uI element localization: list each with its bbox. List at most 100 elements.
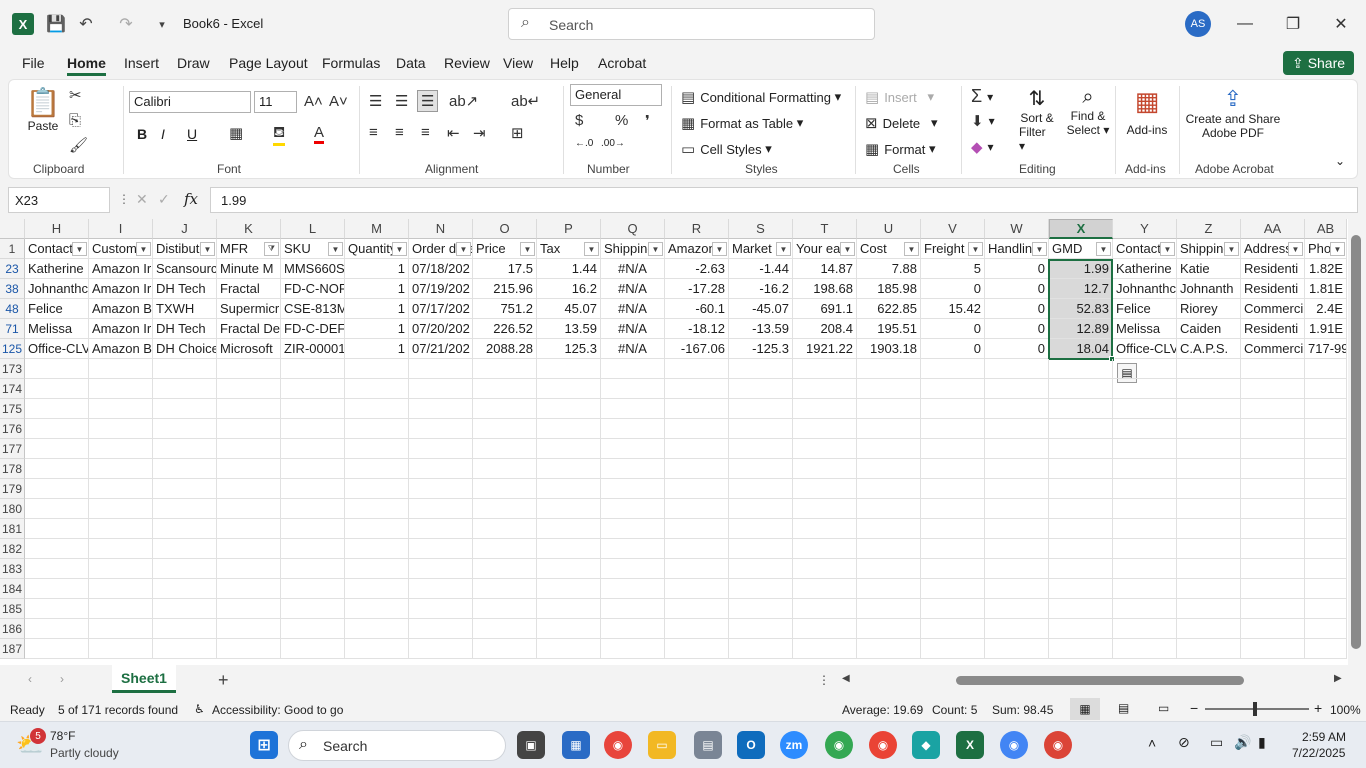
filter-dropdown-icon[interactable]: ▼ bbox=[520, 242, 535, 256]
table-cell[interactable]: Katherine bbox=[25, 259, 89, 279]
table-cell[interactable]: 07/20/202 bbox=[409, 319, 473, 339]
table-cell[interactable]: -1.44 bbox=[729, 259, 793, 279]
zoom-in-icon[interactable]: + bbox=[1314, 700, 1322, 716]
empty-cell[interactable] bbox=[793, 399, 857, 419]
empty-cell[interactable] bbox=[1049, 439, 1113, 459]
chrome-profile4-icon[interactable]: ◉ bbox=[1044, 731, 1072, 759]
table-cell[interactable]: 1.44 bbox=[537, 259, 601, 279]
empty-cell[interactable] bbox=[729, 399, 793, 419]
tab-file[interactable]: File bbox=[22, 55, 45, 71]
table-cell[interactable]: Commerci bbox=[1241, 299, 1305, 319]
empty-cell[interactable] bbox=[1177, 499, 1241, 519]
empty-cell[interactable] bbox=[537, 639, 601, 659]
empty-cell[interactable] bbox=[793, 459, 857, 479]
empty-cell[interactable] bbox=[217, 359, 281, 379]
empty-cell[interactable] bbox=[1305, 559, 1347, 579]
row-header[interactable]: 48 bbox=[0, 299, 25, 319]
table-cell[interactable]: 0 bbox=[985, 259, 1049, 279]
empty-cell[interactable] bbox=[153, 479, 217, 499]
cut-icon[interactable]: ✂ bbox=[69, 86, 87, 104]
search-box[interactable]: ⌕ Search bbox=[508, 8, 875, 40]
empty-cell[interactable] bbox=[473, 459, 537, 479]
empty-cell[interactable] bbox=[793, 379, 857, 399]
table-cell[interactable]: 1 bbox=[345, 319, 409, 339]
network-off-icon[interactable]: ⊘ bbox=[1178, 734, 1190, 751]
empty-cell[interactable] bbox=[1177, 559, 1241, 579]
empty-cell[interactable] bbox=[409, 599, 473, 619]
empty-cell[interactable] bbox=[601, 439, 665, 459]
empty-cell[interactable] bbox=[345, 459, 409, 479]
table-cell[interactable]: #N/A bbox=[601, 299, 665, 319]
empty-cell[interactable] bbox=[665, 559, 729, 579]
format-painter-icon[interactable]: 🖌 bbox=[69, 136, 93, 154]
empty-cell[interactable] bbox=[1049, 459, 1113, 479]
table-cell[interactable]: FD-C-DEF7 bbox=[281, 319, 345, 339]
empty-cell[interactable] bbox=[793, 599, 857, 619]
empty-cell[interactable] bbox=[1049, 539, 1113, 559]
empty-cell[interactable] bbox=[25, 379, 89, 399]
empty-cell[interactable] bbox=[25, 479, 89, 499]
empty-cell[interactable] bbox=[153, 499, 217, 519]
empty-cell[interactable] bbox=[25, 419, 89, 439]
empty-cell[interactable] bbox=[1177, 419, 1241, 439]
empty-cell[interactable] bbox=[345, 499, 409, 519]
table-cell[interactable]: #N/A bbox=[601, 259, 665, 279]
font-size-select[interactable]: 11 bbox=[254, 91, 297, 113]
page-layout-view-icon[interactable]: ▤ bbox=[1118, 701, 1129, 715]
outlook-icon[interactable]: O bbox=[737, 731, 765, 759]
table-cell[interactable]: CSE-813M bbox=[281, 299, 345, 319]
filter-dropdown-icon[interactable]: ▼ bbox=[1160, 242, 1175, 256]
empty-cell[interactable] bbox=[1241, 639, 1305, 659]
empty-cell[interactable] bbox=[793, 619, 857, 639]
empty-cell[interactable] bbox=[217, 439, 281, 459]
empty-cell[interactable] bbox=[1177, 359, 1241, 379]
table-cell[interactable]: 07/18/202 bbox=[409, 259, 473, 279]
empty-cell[interactable] bbox=[921, 359, 985, 379]
empty-cell[interactable] bbox=[217, 399, 281, 419]
cancel-icon[interactable]: ✕ bbox=[136, 191, 148, 208]
table-cell[interactable]: 2.4E bbox=[1305, 299, 1347, 319]
table-cell[interactable]: 0 bbox=[985, 339, 1049, 359]
tab-data[interactable]: Data bbox=[396, 55, 426, 71]
tab-home[interactable]: Home bbox=[67, 55, 106, 76]
table-cell[interactable]: 208.4 bbox=[793, 319, 857, 339]
empty-cell[interactable] bbox=[281, 359, 345, 379]
file-explorer-icon[interactable]: ▭ bbox=[648, 731, 676, 759]
worksheet-grid[interactable]: H I J K L M N O P Q R S T U V W X Y Z AA AB 1 Contact ▼ Customer… bbox=[0, 219, 1348, 665]
empty-cell[interactable] bbox=[601, 539, 665, 559]
horizontal-scroll-thumb[interactable] bbox=[956, 676, 1244, 685]
empty-cell[interactable] bbox=[857, 539, 921, 559]
chrome-icon[interactable]: ◉ bbox=[604, 731, 632, 759]
empty-cell[interactable] bbox=[281, 539, 345, 559]
table-cell[interactable]: Residenti bbox=[1241, 279, 1305, 299]
empty-cell[interactable] bbox=[345, 359, 409, 379]
empty-cell[interactable] bbox=[857, 379, 921, 399]
table-cell[interactable]: 07/19/202 bbox=[409, 279, 473, 299]
empty-cell[interactable] bbox=[601, 379, 665, 399]
empty-cell[interactable] bbox=[729, 619, 793, 639]
empty-cell[interactable] bbox=[1049, 639, 1113, 659]
table-cell[interactable]: Caiden bbox=[1177, 319, 1241, 339]
empty-cell[interactable] bbox=[537, 479, 601, 499]
empty-cell[interactable] bbox=[473, 499, 537, 519]
empty-cell[interactable] bbox=[409, 519, 473, 539]
empty-cell[interactable] bbox=[665, 439, 729, 459]
table-cell[interactable]: #N/A bbox=[601, 279, 665, 299]
row-header[interactable]: 175 bbox=[0, 399, 25, 419]
table-cell[interactable]: -17.28 bbox=[665, 279, 729, 299]
merge-center-icon[interactable]: ⊞ bbox=[511, 124, 529, 142]
empty-cell[interactable] bbox=[601, 359, 665, 379]
page-break-view-icon[interactable]: ▭ bbox=[1158, 701, 1169, 715]
empty-cell[interactable] bbox=[1305, 599, 1347, 619]
empty-cell[interactable] bbox=[217, 559, 281, 579]
empty-cell[interactable] bbox=[793, 479, 857, 499]
table-cell[interactable]: 0 bbox=[985, 299, 1049, 319]
conditional-formatting-button[interactable]: ▤ Conditional Formatting ▾ bbox=[681, 88, 841, 106]
empty-cell[interactable] bbox=[985, 459, 1049, 479]
column-header-z[interactable]: Z bbox=[1177, 219, 1241, 239]
empty-cell[interactable] bbox=[153, 519, 217, 539]
filter-dropdown-icon[interactable]: ▼ bbox=[904, 242, 919, 256]
filter-dropdown-icon[interactable]: ▼ bbox=[136, 242, 151, 256]
empty-cell[interactable] bbox=[1113, 559, 1177, 579]
empty-cell[interactable] bbox=[1177, 619, 1241, 639]
